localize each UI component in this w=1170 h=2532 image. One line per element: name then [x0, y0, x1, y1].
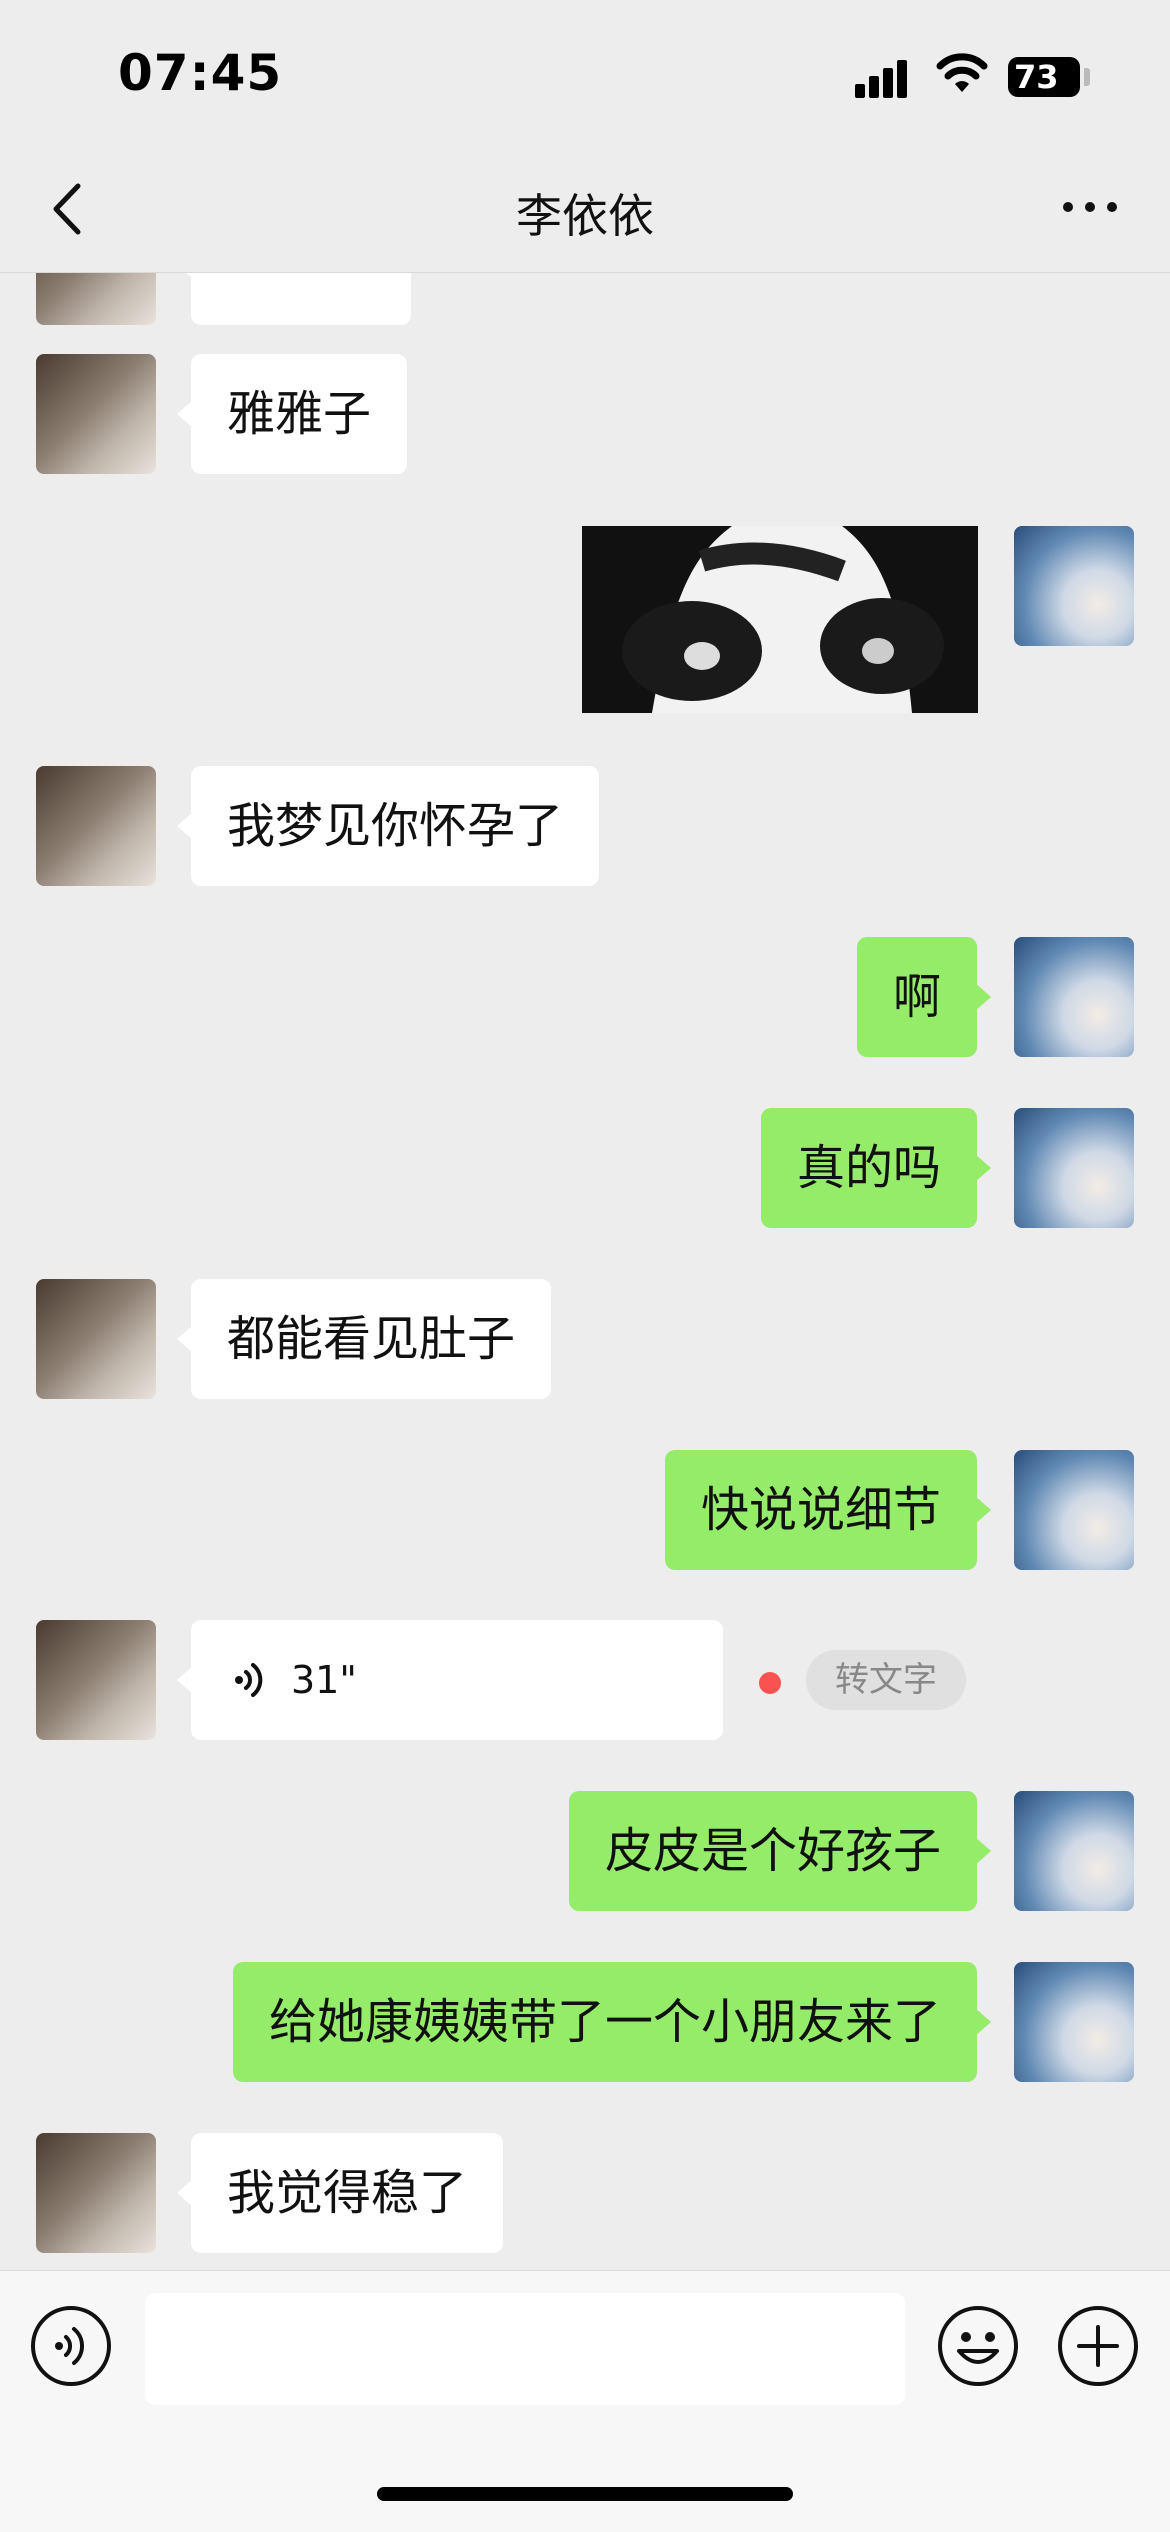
message-bubble-partial[interactable]	[177, 273, 411, 325]
my-avatar[interactable]	[1014, 1108, 1134, 1228]
voice-message[interactable]: 31"	[177, 1620, 723, 1740]
my-avatar[interactable]	[1014, 937, 1134, 1057]
voice-wave-icon	[235, 1663, 263, 1697]
input-bar	[0, 2270, 1170, 2532]
chat-screen: 07:45 73 李依依 雅雅子 我梦见你怀孕了 啊 真的吗 都能看见肚子 快说…	[0, 0, 1170, 2532]
my-avatar[interactable]	[1014, 1791, 1134, 1911]
plus-icon[interactable]	[1057, 2305, 1139, 2387]
message-bubble[interactable]: 快说说细节	[664, 1450, 992, 1570]
message-input[interactable]	[145, 2293, 905, 2405]
contact-avatar[interactable]	[36, 766, 156, 886]
my-avatar[interactable]	[1014, 1450, 1134, 1570]
message-bubble[interactable]: 雅雅子	[176, 354, 408, 474]
message-list[interactable]: 雅雅子 我梦见你怀孕了 啊 真的吗 都能看见肚子 快说说细节 31" 转文字 皮…	[0, 273, 1170, 2270]
emoji-icon[interactable]	[937, 2305, 1019, 2387]
home-indicator[interactable]	[377, 2487, 793, 2501]
signal-icon	[855, 58, 915, 98]
nav-bar: 李依依	[0, 150, 1170, 273]
battery-cap	[1084, 68, 1090, 86]
message-bubble[interactable]: 啊	[856, 937, 992, 1057]
voice-input-button[interactable]	[30, 2305, 112, 2387]
message-bubble[interactable]: 我觉得稳了	[176, 2133, 504, 2253]
unread-dot	[759, 1672, 781, 1694]
battery-level: 73	[1014, 58, 1059, 96]
my-avatar[interactable]	[1014, 1962, 1134, 2082]
status-time: 07:45	[118, 44, 283, 102]
message-bubble[interactable]: 给她康姨姨带了一个小朋友来了	[232, 1962, 992, 2082]
contact-avatar[interactable]	[36, 273, 156, 325]
my-avatar[interactable]	[1014, 526, 1134, 646]
contact-avatar[interactable]	[36, 1279, 156, 1399]
contact-avatar[interactable]	[36, 2133, 156, 2253]
voice-duration: 31"	[291, 1658, 357, 1702]
sticker-eyes	[582, 526, 978, 713]
message-bubble[interactable]: 都能看见肚子	[176, 1279, 552, 1399]
convert-to-text-button[interactable]: 转文字	[806, 1650, 966, 1710]
more-icon[interactable]	[1060, 192, 1120, 222]
battery-icon: 73	[1008, 57, 1080, 97]
chat-title: 李依依	[516, 189, 654, 243]
contact-avatar[interactable]	[36, 1620, 156, 1740]
status-bar: 07:45 73	[0, 0, 1170, 150]
message-bubble[interactable]: 真的吗	[760, 1108, 992, 1228]
sticker-image[interactable]	[582, 526, 978, 713]
wifi-icon	[936, 53, 988, 92]
contact-avatar[interactable]	[36, 354, 156, 474]
message-bubble[interactable]: 我梦见你怀孕了	[176, 766, 600, 886]
message-bubble[interactable]: 皮皮是个好孩子	[568, 1791, 992, 1911]
